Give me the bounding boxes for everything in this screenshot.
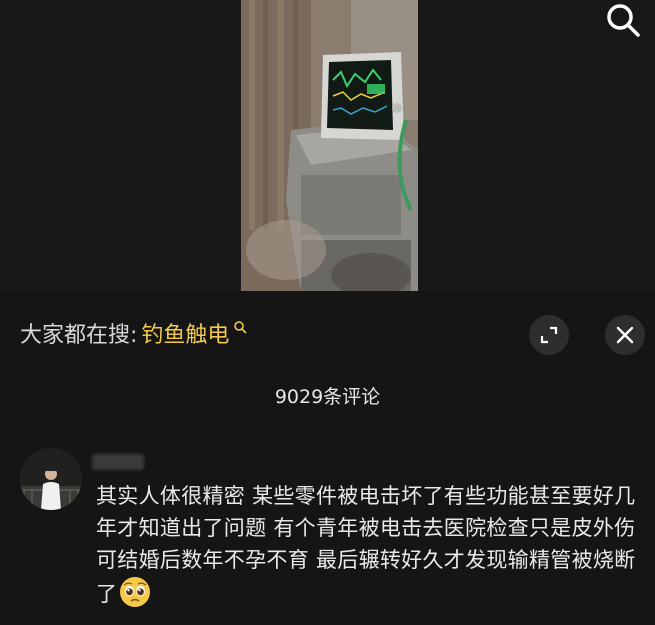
- video-thumbnail[interactable]: [241, 0, 418, 291]
- comment-text: 其实人体很精密 某些零件被电击坏了有些功能甚至要好几年才知道出了问题 有个青年被…: [96, 480, 646, 610]
- comment-count: 9029条评论: [274, 386, 381, 408]
- small-search-icon: [234, 321, 247, 334]
- hospital-monitor-scene: [241, 0, 418, 291]
- expand-icon: [540, 326, 558, 344]
- pleading-face-emoji: [120, 577, 151, 607]
- search-suggestion[interactable]: 大家都在搜: 钓鱼触电: [20, 315, 247, 351]
- video-player[interactable]: [0, 0, 655, 291]
- comment-body: 其实人体很精密 某些零件被电击坏了有些功能甚至要好几年才知道出了问题 有个青年被…: [96, 484, 636, 606]
- username-blurred[interactable]: [92, 454, 144, 470]
- search-icon: [607, 4, 640, 37]
- close-icon: [616, 326, 634, 344]
- expand-button[interactable]: [529, 315, 569, 355]
- suggestion-keyword[interactable]: 钓鱼触电: [141, 317, 229, 349]
- close-button[interactable]: [605, 315, 645, 355]
- avatar-image: [20, 448, 82, 510]
- comment-panel: 大家都在搜: 钓鱼触电 9029条评论 其实人体很精密 某些零件被电击坏了有些功…: [0, 291, 655, 625]
- search-button[interactable]: [603, 0, 643, 40]
- avatar[interactable]: [20, 448, 82, 510]
- suggestion-prefix: 大家都在搜:: [20, 323, 138, 348]
